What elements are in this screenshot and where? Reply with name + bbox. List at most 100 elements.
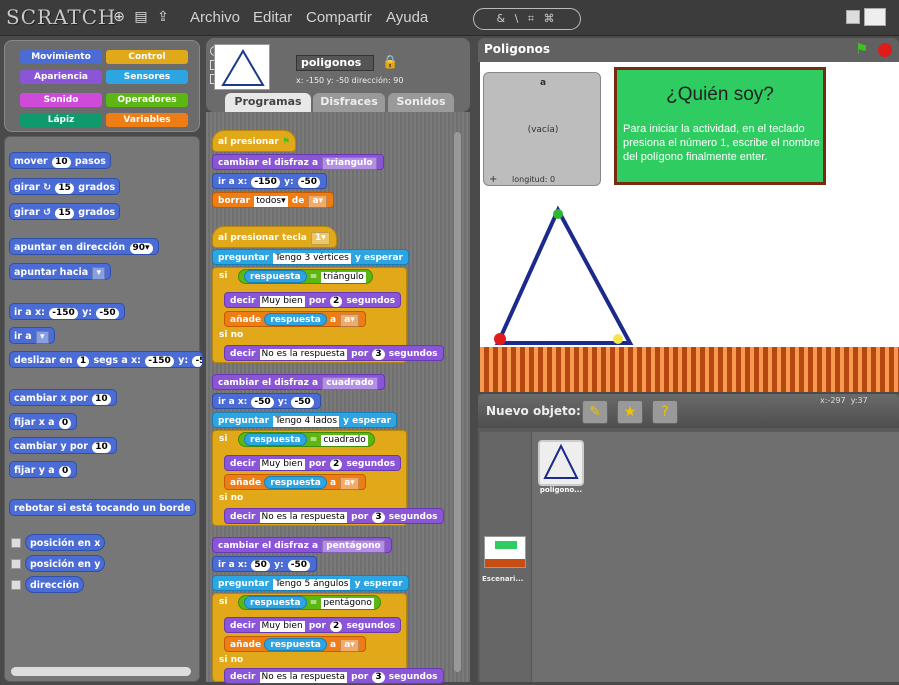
block-preguntar[interactable]: preguntar Tengo 3 vértices y esperar xyxy=(212,249,409,265)
x-input[interactable]: -150 xyxy=(145,356,174,367)
stop-icon[interactable] xyxy=(878,43,892,57)
block-girar-derecha[interactable]: girar ↻ 15 grados xyxy=(9,178,121,195)
number-input[interactable]: 2 xyxy=(330,621,343,632)
add-item-icon[interactable]: + xyxy=(489,174,497,185)
block-anade[interactable]: añade respuesta a a▾ xyxy=(224,474,366,490)
block-decir[interactable]: decir Muy bien por 2 segundos xyxy=(224,292,402,308)
tab-programas[interactable]: Programas xyxy=(225,93,311,113)
text-input[interactable]: Tengo 4 lados xyxy=(273,416,340,427)
category-movimiento[interactable]: Movimiento xyxy=(20,50,102,64)
text-input[interactable]: No es la respuesta xyxy=(259,512,348,523)
category-apariencia[interactable]: Apariencia xyxy=(20,70,102,84)
list-monitor[interactable]: a (vacía) + longitud: 0 xyxy=(483,72,601,186)
choose-sprite-icon[interactable]: ★ xyxy=(617,400,643,424)
number-input[interactable]: 15 xyxy=(55,183,74,194)
block-decir[interactable]: decir No es la respuesta por 3 segundos xyxy=(224,345,444,361)
block-ir-a-xy[interactable]: ir a x: -150 y: -50 xyxy=(212,173,327,189)
cursor-tools[interactable]: & \ ⌗ ⌘ xyxy=(473,8,581,30)
reporter-respuesta[interactable]: respuesta xyxy=(244,433,307,446)
y-input[interactable]: -50 xyxy=(287,560,310,571)
block-igual[interactable]: respuesta = triángulo xyxy=(238,269,373,284)
text-input[interactable]: triángulo xyxy=(321,272,366,283)
costume-dropdown[interactable]: triangulo xyxy=(322,157,377,170)
block-girar-izquierda[interactable]: girar ↺ 15 grados xyxy=(9,203,121,220)
text-input[interactable]: Muy bien xyxy=(259,621,305,632)
y-input[interactable]: -50 xyxy=(291,397,314,408)
block-rebotar[interactable]: rebotar si está tocando un borde xyxy=(9,499,196,516)
globe-icon[interactable]: ⊕ xyxy=(110,8,128,26)
block-al-presionar-bandera[interactable]: al presionar ⚑ xyxy=(212,130,297,152)
costume-dropdown[interactable]: pentágono xyxy=(322,540,385,553)
share-icon[interactable]: ⇪ xyxy=(154,8,172,26)
block-decir[interactable]: decir No es la respuesta por 3 segundos xyxy=(224,508,444,524)
block-fijar-x[interactable]: fijar x a 0 xyxy=(9,413,78,430)
x-input[interactable]: -150 xyxy=(49,308,78,319)
number-input[interactable]: 3 xyxy=(372,512,385,523)
sprite-name-field[interactable]: poligonos xyxy=(296,55,374,71)
text-input[interactable]: Tengo 3 vértices xyxy=(273,253,351,264)
block-anade[interactable]: añade respuesta a a▾ xyxy=(224,636,366,652)
block-preguntar[interactable]: preguntar Tengo 5 ángulos y esperar xyxy=(212,575,409,591)
number-input[interactable]: 3 xyxy=(372,672,385,683)
block-mover[interactable]: mover 10 pasos xyxy=(9,152,111,169)
category-lapiz[interactable]: Lápiz xyxy=(20,113,102,127)
block-apuntar-hacia[interactable]: apuntar hacia ▾ xyxy=(9,263,111,280)
list-dropdown[interactable]: a▾ xyxy=(340,314,359,327)
secs-input[interactable]: 1 xyxy=(76,356,90,367)
block-igual[interactable]: respuesta = cuadrado xyxy=(238,432,375,447)
number-input[interactable]: 10 xyxy=(52,157,71,168)
y-input[interactable]: -50 xyxy=(96,308,119,319)
list-dropdown[interactable]: a▾ xyxy=(340,639,359,652)
number-input[interactable]: 10 xyxy=(92,394,111,405)
block-ir-a[interactable]: ir a ▾ xyxy=(9,327,55,344)
save-icon[interactable]: ▤ xyxy=(132,8,150,26)
block-cambiar-disfraz[interactable]: cambiar el disfraz a triangulo xyxy=(212,154,384,170)
block-preguntar[interactable]: preguntar Tengo 4 lados y esperar xyxy=(212,412,398,428)
scripts-scrollbar[interactable] xyxy=(454,132,461,672)
menu-editar[interactable]: Editar xyxy=(253,9,292,26)
text-input[interactable]: Muy bien xyxy=(259,296,305,307)
small-stage-icon[interactable] xyxy=(846,10,860,24)
text-input[interactable]: Muy bien xyxy=(259,459,305,470)
text-input[interactable]: cuadrado xyxy=(321,435,368,446)
category-sonido[interactable]: Sonido xyxy=(20,93,102,107)
block-borrar[interactable]: borrar todos▾ de a▾ xyxy=(212,192,335,208)
reporter-respuesta[interactable]: respuesta xyxy=(264,313,327,326)
text-input[interactable]: No es la respuesta xyxy=(259,672,348,683)
block-igual[interactable]: respuesta = pentágono xyxy=(238,595,381,610)
category-sensores[interactable]: Sensores xyxy=(106,70,188,84)
dropdown[interactable]: todos▾ xyxy=(254,196,288,207)
block-cambiar-disfraz[interactable]: cambiar el disfraz a cuadrado xyxy=(212,374,385,390)
tab-sonidos[interactable]: Sonidos xyxy=(388,93,454,113)
block-ir-a-xy[interactable]: ir a x: -150 y: -50 xyxy=(9,303,125,320)
block-decir[interactable]: decir Muy bien por 2 segundos xyxy=(224,455,402,471)
paint-sprite-icon[interactable]: ✎ xyxy=(582,400,608,424)
y-input[interactable]: -5 xyxy=(192,356,202,367)
text-input[interactable]: No es la respuesta xyxy=(259,349,348,360)
stage-thumbnail[interactable] xyxy=(484,536,526,568)
number-input[interactable]: 0 xyxy=(58,466,72,477)
reporter-posicion-y[interactable]: posición en y xyxy=(25,555,106,572)
reporter-respuesta[interactable]: respuesta xyxy=(264,638,327,651)
block-fijar-y[interactable]: fijar y a 0 xyxy=(9,461,78,478)
text-input[interactable]: pentágono xyxy=(321,598,374,609)
costume-dropdown[interactable]: cuadrado xyxy=(322,377,378,390)
number-input[interactable]: 3 xyxy=(372,349,385,360)
number-input[interactable]: 2 xyxy=(330,296,343,307)
menu-archivo[interactable]: Archivo xyxy=(190,9,240,26)
target-dropdown[interactable]: ▾ xyxy=(35,331,49,344)
number-input[interactable]: 0 xyxy=(58,418,72,429)
block-anade[interactable]: añade respuesta a a▾ xyxy=(224,311,366,327)
block-apuntar-direccion[interactable]: apuntar en dirección 90▾ xyxy=(9,238,159,255)
y-input[interactable]: -50 xyxy=(297,177,320,188)
menu-compartir[interactable]: Compartir xyxy=(306,9,372,26)
number-input[interactable]: 15 xyxy=(55,208,74,219)
block-deslizar[interactable]: deslizar en 1 segs a x: -150 y: -5 xyxy=(9,351,203,368)
normal-stage-icon[interactable] xyxy=(864,8,886,26)
category-control[interactable]: Control xyxy=(106,50,188,64)
category-variables[interactable]: Variables xyxy=(106,113,188,127)
reporter-respuesta[interactable]: respuesta xyxy=(244,270,307,283)
green-flag-icon[interactable]: ⚑ xyxy=(855,40,868,58)
reporter-posicion-x[interactable]: posición en x xyxy=(25,534,106,551)
checkbox-direccion[interactable] xyxy=(11,580,21,590)
